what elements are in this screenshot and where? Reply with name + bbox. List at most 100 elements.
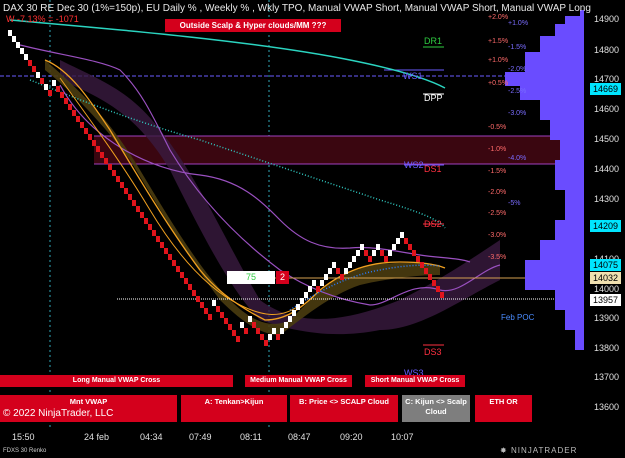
renko-brick (376, 244, 380, 250)
renko-brick (432, 280, 436, 286)
medium-vwap-cross-button[interactable]: Medium Manual VWAP Cross (245, 375, 352, 387)
renko-brick (348, 262, 352, 268)
time-tick: 24 feb (84, 432, 110, 442)
renko-brick (368, 256, 372, 262)
position-qty[interactable]: 75 (227, 271, 275, 284)
renko-brick (180, 272, 184, 278)
short-vwap-cross-button[interactable]: Short Manual VWAP Cross (365, 375, 465, 387)
logo-icon: ✸ (500, 446, 511, 455)
renko-brick (320, 280, 324, 286)
price-tick: 13600 (594, 402, 620, 412)
renko-brick (100, 152, 104, 158)
renko-brick (400, 232, 404, 238)
renko-brick (80, 122, 84, 128)
renko-brick (64, 98, 68, 104)
tenkan-kijun-button[interactable]: A: Tenkan>Kijun (181, 395, 287, 422)
time-tick: 07:49 (189, 432, 212, 442)
time-tick: 08:47 (288, 432, 311, 442)
pct-left: -2.0% (488, 189, 507, 196)
level-dr1: DR1 (424, 36, 443, 46)
renko-brick (240, 322, 244, 328)
level-ds2: DS2 (424, 219, 442, 229)
level-ws2: WS2 (404, 160, 424, 170)
renko-brick (200, 302, 204, 308)
mnt-vwap-label: Mnt VWAP (69, 397, 108, 406)
renko-brick (380, 250, 384, 256)
renko-brick (316, 286, 320, 292)
price-tick: 14900 (594, 14, 620, 24)
renko-brick (276, 334, 280, 340)
price-tick: 14800 (594, 45, 620, 55)
renko-brick (232, 330, 236, 336)
renko-brick (216, 306, 220, 312)
renko-brick (204, 308, 208, 314)
renko-brick (20, 48, 24, 54)
price-tag-low: 13957 (590, 294, 622, 306)
renko-brick (176, 266, 180, 272)
price-tick: 14000 (594, 284, 620, 294)
price-tick: 14400 (594, 164, 620, 174)
price-tag-top: 14669 (590, 83, 622, 95)
renko-brick (116, 176, 120, 182)
chart-title: DAX 30 RE Dec 30 (1%=150p), EU Daily % ,… (3, 3, 591, 14)
renko-brick (184, 278, 188, 284)
renko-brick (296, 304, 300, 310)
renko-brick (144, 218, 148, 224)
long-vwap-cross-button[interactable]: Long Manual VWAP Cross (0, 375, 233, 387)
kijun-scalp-cloud-button[interactable]: C: Kijun <> Scalp Cloud (402, 395, 470, 422)
renko-brick (112, 170, 116, 176)
level-ds1: DS1 (424, 164, 442, 174)
renko-brick (308, 286, 312, 292)
price-tick: 14300 (594, 194, 620, 204)
renko-brick (92, 140, 96, 146)
renko-brick (396, 238, 400, 244)
renko-brick (96, 146, 100, 152)
renko-brick (356, 250, 360, 256)
renko-brick (196, 296, 200, 302)
renko-brick (148, 224, 152, 230)
renko-brick (40, 78, 44, 84)
renko-brick (48, 90, 52, 96)
eth-or-button[interactable]: ETH OR (475, 395, 532, 422)
level-ws1: WS1 (403, 71, 423, 81)
pct-right: +1.0% (508, 20, 529, 27)
chart-canvas[interactable] (0, 0, 625, 458)
renko-brick (120, 182, 124, 188)
renko-brick (84, 128, 88, 134)
renko-brick (272, 328, 276, 334)
renko-brick (88, 134, 92, 140)
renko-brick (32, 66, 36, 72)
renko-brick (248, 316, 252, 322)
renko-brick (104, 158, 108, 164)
renko-brick (52, 80, 56, 86)
price-tick: 13900 (594, 313, 620, 323)
renko-brick (332, 262, 336, 268)
pct-left: +1.5% (488, 38, 509, 45)
renko-brick (164, 248, 168, 254)
renko-brick (76, 116, 80, 122)
time-tick: 10:07 (391, 432, 414, 442)
renko-brick (292, 310, 296, 316)
renko-brick (280, 328, 284, 334)
price-scalp-cloud-button[interactable]: B: Price <> SCALP Cloud (290, 395, 398, 422)
pct-right: -4.0% (508, 155, 527, 162)
renko-brick (360, 244, 364, 250)
renko-brick (384, 256, 388, 262)
renko-brick (68, 104, 72, 110)
renko-brick (404, 238, 408, 244)
renko-brick (416, 256, 420, 262)
renko-brick (12, 36, 16, 42)
level-feb-poc: Feb POC (501, 313, 535, 322)
pct-left: +2.0% (488, 14, 509, 21)
position-side[interactable]: 2 (276, 271, 289, 284)
level-ds3: DS3 (424, 347, 442, 357)
renko-brick (408, 244, 412, 250)
renko-brick (412, 250, 416, 256)
renko-brick (124, 188, 128, 194)
price-tick: 14500 (594, 134, 620, 144)
pct-left: -1.5% (488, 168, 507, 175)
renko-brick (304, 292, 308, 298)
renko-brick (212, 300, 216, 306)
renko-brick (192, 290, 196, 296)
renko-brick (140, 212, 144, 218)
